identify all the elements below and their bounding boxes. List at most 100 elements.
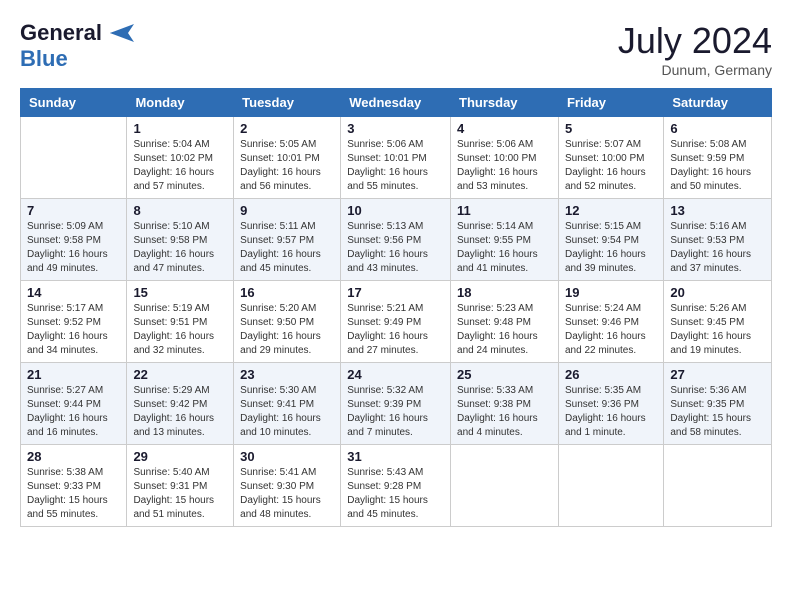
sunrise-text: Sunrise: 5:27 AM: [27, 384, 120, 398]
day-number: 14: [27, 285, 120, 300]
calendar-cell: 2Sunrise: 5:05 AMSunset: 10:01 PMDayligh…: [234, 117, 341, 199]
sunrise-text: Sunrise: 5:16 AM: [670, 220, 765, 234]
day-number: 27: [670, 367, 765, 382]
day-number: 19: [565, 285, 657, 300]
calendar-week-row: 7Sunrise: 5:09 AMSunset: 9:58 PMDaylight…: [21, 199, 772, 281]
day-info: Sunrise: 5:21 AMSunset: 9:49 PMDaylight:…: [347, 302, 444, 358]
sunrise-text: Sunrise: 5:06 AM: [347, 138, 444, 152]
day-info: Sunrise: 5:14 AMSunset: 9:55 PMDaylight:…: [457, 220, 552, 276]
day-number: 16: [240, 285, 334, 300]
day-number: 29: [133, 449, 227, 464]
sunrise-text: Sunrise: 5:09 AM: [27, 220, 120, 234]
daylight-text: Daylight: 16 hours and 53 minutes.: [457, 166, 552, 194]
day-number: 20: [670, 285, 765, 300]
day-number: 17: [347, 285, 444, 300]
day-number: 9: [240, 203, 334, 218]
day-info: Sunrise: 5:13 AMSunset: 9:56 PMDaylight:…: [347, 220, 444, 276]
day-number: 10: [347, 203, 444, 218]
daylight-text: Daylight: 16 hours and 19 minutes.: [670, 330, 765, 358]
day-info: Sunrise: 5:35 AMSunset: 9:36 PMDaylight:…: [565, 384, 657, 440]
sunset-text: Sunset: 9:51 PM: [133, 316, 227, 330]
calendar-cell: 25Sunrise: 5:33 AMSunset: 9:38 PMDayligh…: [451, 363, 559, 445]
daylight-text: Daylight: 16 hours and 57 minutes.: [133, 166, 227, 194]
sunset-text: Sunset: 9:42 PM: [133, 398, 227, 412]
calendar-cell: [21, 117, 127, 199]
day-number: 18: [457, 285, 552, 300]
calendar-cell: 23Sunrise: 5:30 AMSunset: 9:41 PMDayligh…: [234, 363, 341, 445]
day-number: 5: [565, 121, 657, 136]
daylight-text: Daylight: 16 hours and 27 minutes.: [347, 330, 444, 358]
daylight-text: Daylight: 16 hours and 32 minutes.: [133, 330, 227, 358]
daylight-text: Daylight: 16 hours and 13 minutes.: [133, 412, 227, 440]
calendar-cell: 26 Sunrise: 5:35 AMSunset: 9:36 PMDayligh…: [558, 363, 663, 445]
sunset-text: Sunset: 9:54 PM: [565, 234, 657, 248]
day-info: Sunrise: 5:32 AMSunset: 9:39 PMDaylight:…: [347, 384, 444, 440]
daylight-text: Daylight: 16 hours and 4 minutes.: [457, 412, 552, 440]
logo-general-text: General: [20, 20, 102, 46]
sunset-text: Sunset: 9:55 PM: [457, 234, 552, 248]
sunrise-text: Sunrise: 5:36 AM: [670, 384, 765, 398]
calendar-cell: 15Sunrise: 5:19 AMSunset: 9:51 PMDayligh…: [127, 281, 234, 363]
sunrise-text: Sunrise: 5:13 AM: [347, 220, 444, 234]
logo-blue-text: Blue: [20, 46, 68, 71]
day-info: Sunrise: 5:05 AMSunset: 10:01 PMDaylight…: [240, 138, 334, 194]
sunrise-text: Sunrise: 5:23 AM: [457, 302, 552, 316]
sunrise-text: Sunrise: 5:38 AM: [27, 466, 120, 480]
sunset-text: Sunset: 9:31 PM: [133, 480, 227, 494]
daylight-text: Daylight: 16 hours and 24 minutes.: [457, 330, 552, 358]
sunset-text: Sunset: 10:01 PM: [240, 152, 334, 166]
daylight-text: Daylight: 16 hours and 22 minutes.: [565, 330, 657, 358]
daylight-text: Daylight: 15 hours and 45 minutes.: [347, 494, 444, 522]
daylight-text: Daylight: 15 hours and 55 minutes.: [27, 494, 120, 522]
calendar-cell: 3Sunrise: 5:06 AMSunset: 10:01 PMDayligh…: [341, 117, 451, 199]
sunset-text: Sunset: 9:53 PM: [670, 234, 765, 248]
sunset-text: Sunset: 10:00 PM: [457, 152, 552, 166]
calendar-weekday-thursday: Thursday: [451, 89, 559, 117]
calendar-cell: 31Sunrise: 5:43 AMSunset: 9:28 PMDayligh…: [341, 445, 451, 527]
day-number: 13: [670, 203, 765, 218]
daylight-text: Daylight: 16 hours and 50 minutes.: [670, 166, 765, 194]
calendar-cell: 6Sunrise: 5:08 AMSunset: 9:59 PMDaylight…: [664, 117, 772, 199]
daylight-text: Daylight: 16 hours and 10 minutes.: [240, 412, 334, 440]
day-info: Sunrise: 5:27 AMSunset: 9:44 PMDaylight:…: [27, 384, 120, 440]
sunrise-text: Sunrise: 5:32 AM: [347, 384, 444, 398]
calendar-cell: [558, 445, 663, 527]
calendar-week-row: 1Sunrise: 5:04 AMSunset: 10:02 PMDayligh…: [21, 117, 772, 199]
daylight-text: Daylight: 16 hours and 41 minutes.: [457, 248, 552, 276]
calendar-cell: 30Sunrise: 5:41 AMSunset: 9:30 PMDayligh…: [234, 445, 341, 527]
daylight-text: Daylight: 15 hours and 51 minutes.: [133, 494, 227, 522]
calendar-cell: 4Sunrise: 5:06 AMSunset: 10:00 PMDayligh…: [451, 117, 559, 199]
day-number: 26: [565, 367, 657, 382]
sunrise-text: Sunrise: 5:07 AM: [565, 138, 657, 152]
day-number: 6: [670, 121, 765, 136]
sunrise-text: Sunrise: 5:05 AM: [240, 138, 334, 152]
sunset-text: Sunset: 9:46 PM: [565, 316, 657, 330]
sunset-text: Sunset: 10:02 PM: [133, 152, 227, 166]
day-info: Sunrise: 5:38 AMSunset: 9:33 PMDaylight:…: [27, 466, 120, 522]
day-info: Sunrise: 5:15 AMSunset: 9:54 PMDaylight:…: [565, 220, 657, 276]
day-number: 7: [27, 203, 120, 218]
sunset-text: Sunset: 9:36 PM: [565, 398, 657, 412]
daylight-text: Daylight: 16 hours and 45 minutes.: [240, 248, 334, 276]
sunrise-text: Sunrise: 5:04 AM: [133, 138, 227, 152]
calendar-cell: 16 Sunrise: 5:20 AMSunset: 9:50 PMDayligh…: [234, 281, 341, 363]
day-info: Sunrise: 5:20 AMSunset: 9:50 PMDaylight:…: [240, 302, 334, 358]
day-info: Sunrise: 5:26 AMSunset: 9:45 PMDaylight:…: [670, 302, 765, 358]
sunset-text: Sunset: 9:41 PM: [240, 398, 334, 412]
daylight-text: Daylight: 15 hours and 58 minutes.: [670, 412, 765, 440]
day-info: Sunrise: 5:10 AMSunset: 9:58 PMDaylight:…: [133, 220, 227, 276]
calendar-cell: 12Sunrise: 5:15 AMSunset: 9:54 PMDayligh…: [558, 199, 663, 281]
calendar-cell: 19Sunrise: 5:24 AMSunset: 9:46 PMDayligh…: [558, 281, 663, 363]
calendar-cell: 21Sunrise: 5:27 AMSunset: 9:44 PMDayligh…: [21, 363, 127, 445]
day-info: Sunrise: 5:33 AMSunset: 9:38 PMDaylight:…: [457, 384, 552, 440]
calendar-header-row: SundayMondayTuesdayWednesdayThursdayFrid…: [21, 89, 772, 117]
calendar-cell: 24 Sunrise: 5:32 AMSunset: 9:39 PMDayligh…: [341, 363, 451, 445]
sunset-text: Sunset: 9:58 PM: [27, 234, 120, 248]
sunrise-text: Sunrise: 5:40 AM: [133, 466, 227, 480]
day-number: 24: [347, 367, 444, 382]
daylight-text: Daylight: 16 hours and 37 minutes.: [670, 248, 765, 276]
day-info: Sunrise: 5:09 AMSunset: 9:58 PMDaylight:…: [27, 220, 120, 276]
calendar-cell: 27Sunrise: 5:36 AMSunset: 9:35 PMDayligh…: [664, 363, 772, 445]
day-number: 3: [347, 121, 444, 136]
daylight-text: Daylight: 16 hours and 55 minutes.: [347, 166, 444, 194]
